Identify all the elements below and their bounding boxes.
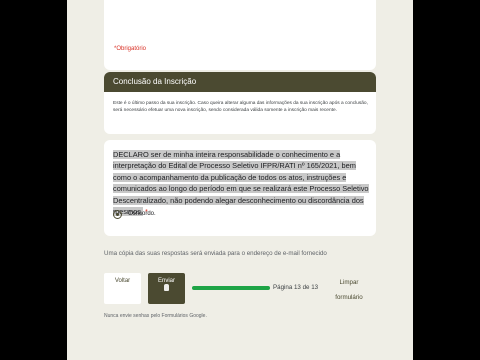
back-button-label: Voltar bbox=[114, 278, 131, 284]
footer-note: Nunca envie senhas pelo Formulários Goog… bbox=[104, 313, 207, 319]
form-page: *Obrigatório Conclusão da Inscrição Este… bbox=[67, 0, 413, 360]
question-text: DECLARO ser de minha inteira responsabil… bbox=[113, 149, 370, 217]
copy-note: Uma cópia das suas respostas será enviad… bbox=[104, 250, 327, 257]
required-note: *Obrigatório bbox=[114, 46, 147, 52]
agree-radio-label[interactable]: Concordo. bbox=[128, 211, 156, 217]
section-description: Este é o último passo da sua inscrição. … bbox=[113, 101, 368, 113]
progress-bar bbox=[192, 286, 270, 290]
section-card: Conclusão da Inscrição Este é o último p… bbox=[104, 72, 376, 134]
previous-card: *Obrigatório bbox=[104, 0, 376, 70]
back-button[interactable]: Voltar bbox=[104, 273, 141, 304]
agree-radio[interactable] bbox=[113, 210, 122, 219]
section-title: Conclusão da Inscrição bbox=[113, 77, 197, 86]
page-indicator: Página 13 de 13 bbox=[273, 284, 319, 291]
hand-cursor-icon bbox=[164, 284, 169, 291]
clear-form-link[interactable]: Limpar formulário bbox=[329, 275, 369, 305]
progress-bar-fill bbox=[192, 286, 270, 290]
question-card: DECLARO ser de minha inteira responsabil… bbox=[104, 140, 376, 236]
section-header: Conclusão da Inscrição bbox=[104, 72, 376, 92]
send-button[interactable]: Enviar bbox=[148, 273, 185, 304]
question-statement: DECLARO ser de minha inteira responsabil… bbox=[113, 150, 369, 217]
